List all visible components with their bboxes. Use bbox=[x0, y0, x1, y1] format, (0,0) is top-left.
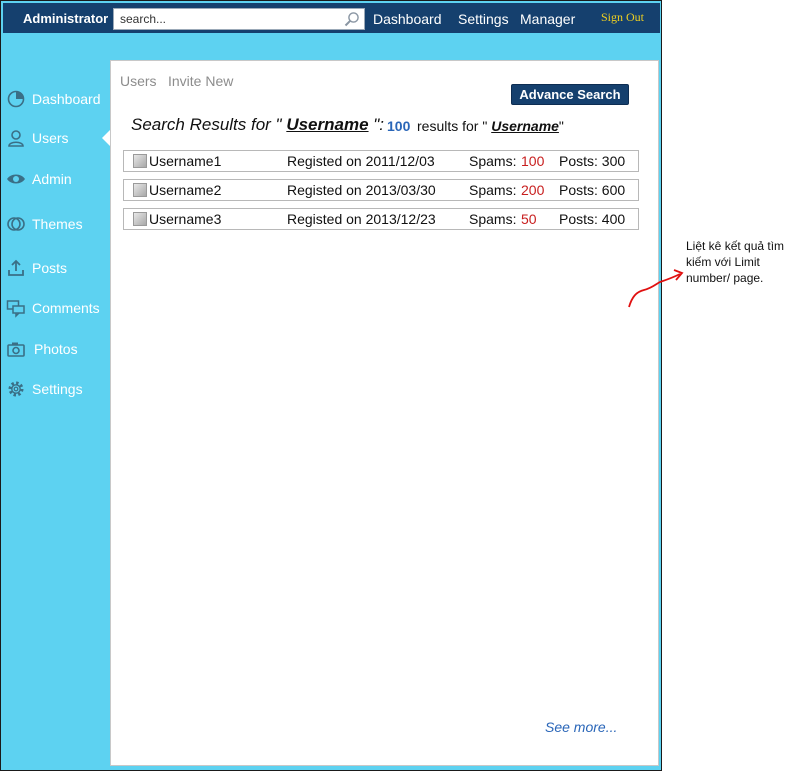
tab-users[interactable]: Users bbox=[120, 73, 157, 89]
annotation-arrow-icon bbox=[628, 269, 684, 308]
sidebar-item-label: Themes bbox=[32, 216, 83, 232]
camera-icon bbox=[7, 342, 25, 357]
tab-invite-new[interactable]: Invite New bbox=[168, 73, 233, 89]
sidebar-item-label: Admin bbox=[32, 171, 72, 187]
result-row[interactable]: Username2 Registed on 2013/03/30 Spams: … bbox=[123, 179, 639, 201]
eye-icon bbox=[7, 174, 25, 184]
search-icon[interactable] bbox=[343, 11, 361, 27]
result-row[interactable]: Username3 Registed on 2013/12/23 Spams: … bbox=[123, 208, 639, 230]
result-registered-date: Registed on 2013/12/23 bbox=[287, 211, 436, 227]
result-posts: Posts: 300 bbox=[559, 153, 626, 169]
nav-settings[interactable]: Settings bbox=[458, 11, 509, 27]
result-username[interactable]: Username1 bbox=[149, 153, 221, 169]
sidebar-item-label: Photos bbox=[34, 341, 78, 357]
sidebar-item-label: Comments bbox=[32, 300, 100, 316]
brand-title: Administrator bbox=[23, 11, 109, 26]
sidebar-item-themes[interactable]: Themes bbox=[6, 212, 106, 236]
result-username[interactable]: Username3 bbox=[149, 211, 221, 227]
sidebar-item-admin[interactable]: Admin bbox=[6, 167, 106, 191]
sidebar-item-label: Posts bbox=[32, 260, 68, 276]
upload-icon bbox=[8, 259, 24, 276]
result-registered-date: Registed on 2011/12/03 bbox=[287, 153, 435, 169]
avatar bbox=[133, 212, 147, 226]
result-spams-label: Spams: bbox=[469, 182, 517, 198]
result-row[interactable]: Username1 Registed on 2011/12/03 Spams: … bbox=[123, 150, 639, 172]
result-count-label: results for " Username" bbox=[417, 118, 564, 134]
search-input[interactable] bbox=[114, 9, 340, 29]
sidebar-item-dashboard[interactable]: Dashboard bbox=[6, 87, 106, 111]
content-panel: Users Invite New Advance Search Search R… bbox=[110, 60, 659, 766]
active-item-indicator bbox=[102, 130, 110, 146]
result-registered-date: Registed on 2013/03/30 bbox=[287, 182, 436, 198]
result-username[interactable]: Username2 bbox=[149, 182, 221, 198]
sidebar-item-photos[interactable]: Photos bbox=[6, 337, 106, 361]
user-icon bbox=[8, 130, 24, 147]
sign-out-link[interactable]: Sign Out bbox=[601, 10, 644, 25]
result-posts: Posts: 600 bbox=[559, 182, 626, 198]
comments-icon bbox=[6, 300, 25, 318]
themes-icon bbox=[7, 217, 25, 231]
result-spams-label: Spams: bbox=[469, 153, 517, 169]
result-spams-count: 100 bbox=[521, 153, 545, 169]
avatar bbox=[133, 183, 147, 197]
result-count: 100 bbox=[387, 118, 411, 134]
nav-dashboard[interactable]: Dashboard bbox=[373, 11, 442, 27]
sidebar-item-users[interactable]: Users bbox=[6, 126, 106, 150]
sidebar-item-label: Settings bbox=[32, 381, 83, 397]
sidebar-item-label: Dashboard bbox=[32, 91, 101, 107]
app-frame: Administrator Dashboard Settings Manager… bbox=[0, 0, 662, 771]
search-keyword: Username bbox=[286, 115, 369, 134]
sidebar-item-settings[interactable]: Settings bbox=[6, 377, 106, 401]
gear-icon bbox=[8, 381, 24, 397]
sidebar-item-posts[interactable]: Posts bbox=[6, 256, 106, 280]
sidebar-item-comments[interactable]: Comments bbox=[6, 296, 106, 320]
advance-search-button[interactable]: Advance Search bbox=[511, 84, 629, 105]
avatar bbox=[133, 154, 147, 168]
search-box[interactable] bbox=[113, 8, 365, 30]
search-results-title: Search Results for " Username ": bbox=[131, 115, 385, 134]
nav-manager[interactable]: Manager bbox=[520, 11, 575, 27]
see-more-link[interactable]: See more... bbox=[545, 719, 617, 735]
annotation-note: Liệt kê kết quả tìm kiếm với Limit numbe… bbox=[686, 239, 785, 285]
result-spams-label: Spams: bbox=[469, 211, 517, 227]
top-bar: Administrator Dashboard Settings Manager… bbox=[3, 3, 660, 33]
result-spams-count: 50 bbox=[521, 211, 537, 227]
result-spams-count: 200 bbox=[521, 182, 545, 198]
sidebar-item-label: Users bbox=[32, 130, 69, 146]
result-posts: Posts: 400 bbox=[559, 211, 626, 227]
pie-chart-icon bbox=[7, 90, 25, 108]
